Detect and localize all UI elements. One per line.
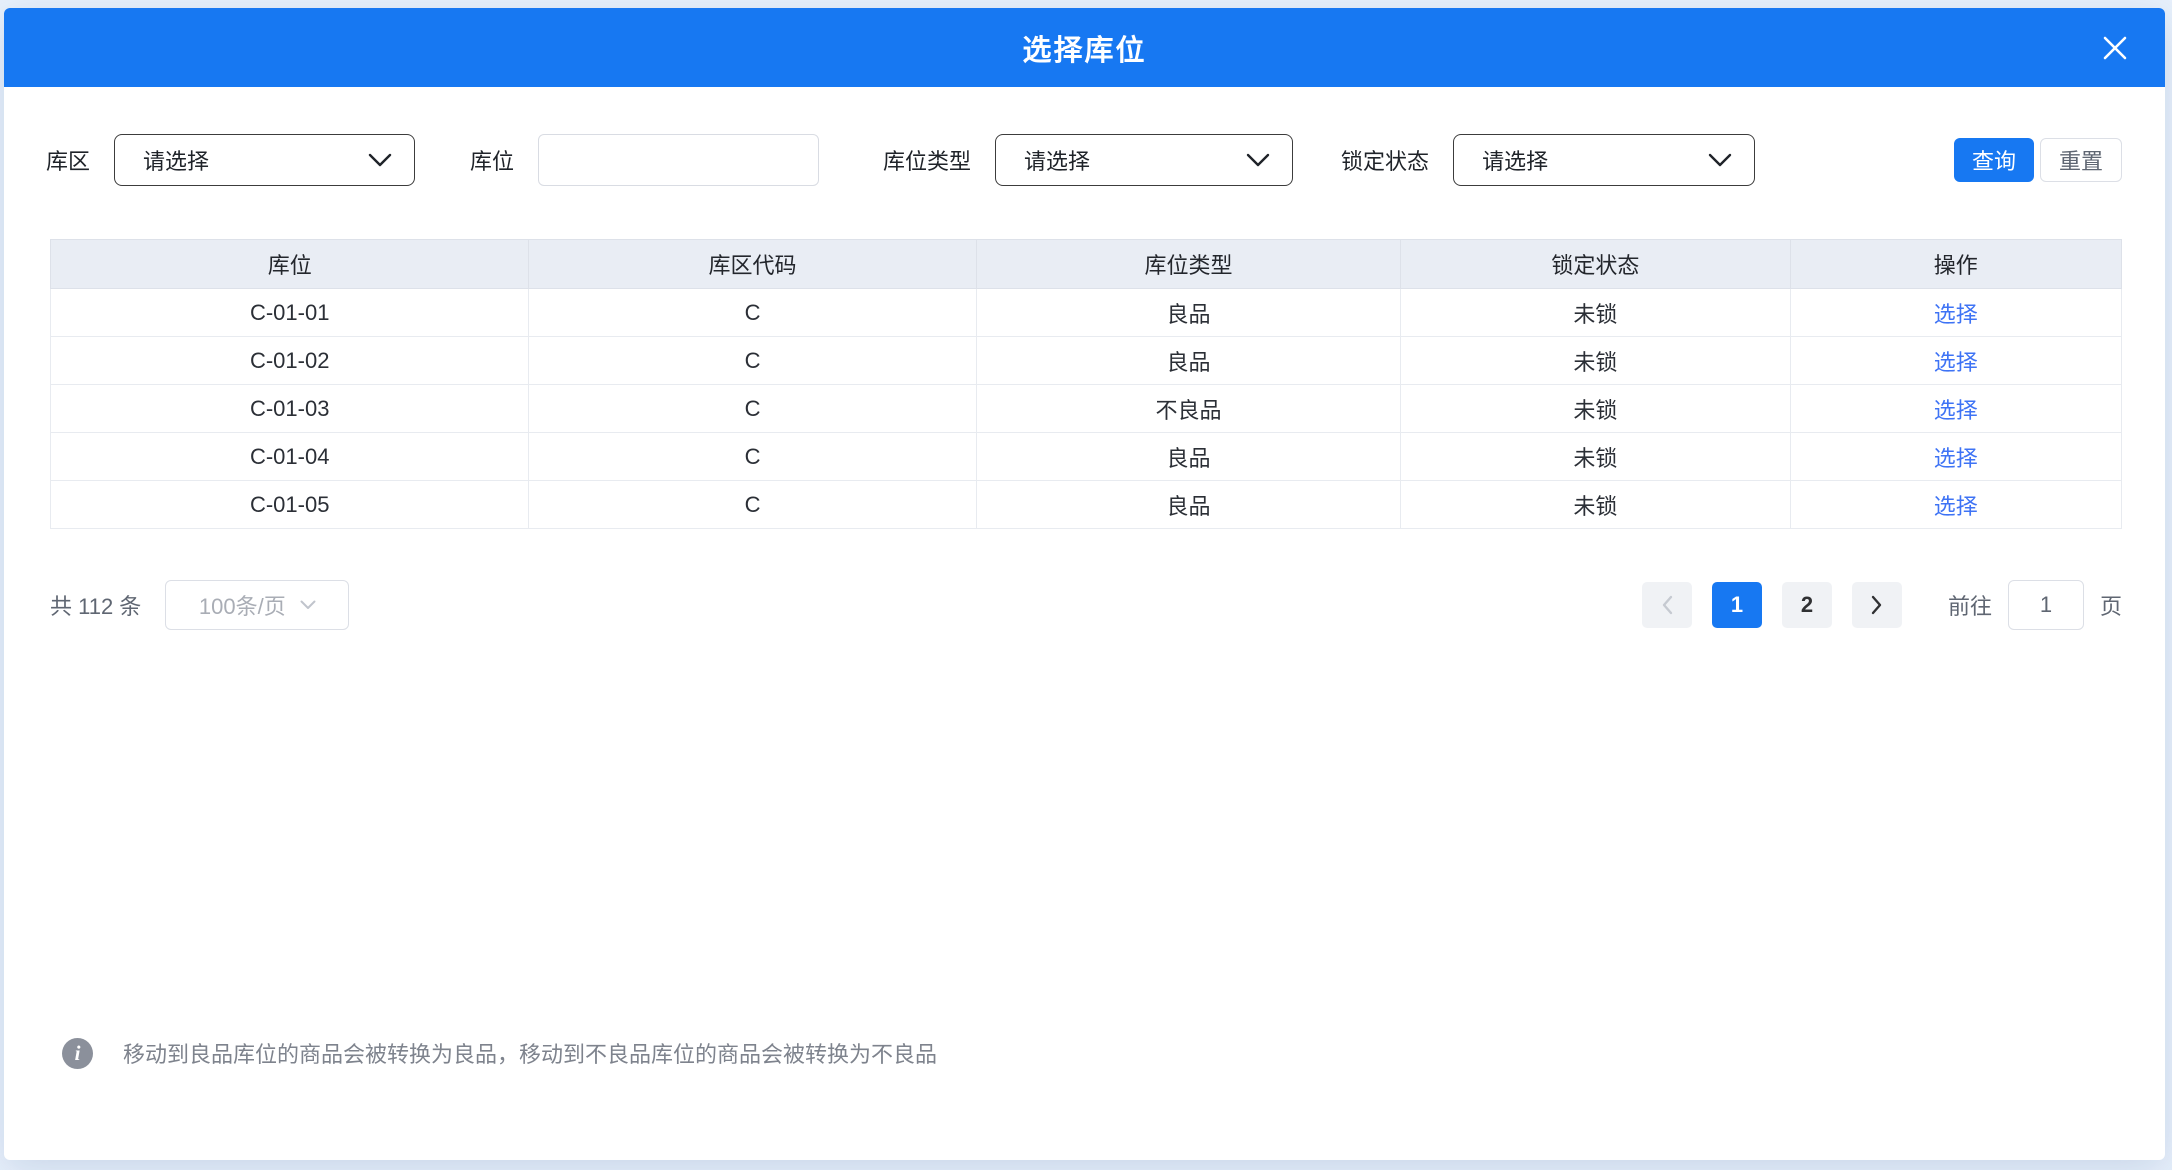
location-type-filter-label: 库位类型: [883, 144, 971, 176]
cell-location: C-01-04: [51, 433, 529, 481]
footer-note: i 移动到良品库位的商品会被转换为良品，移动到不良品库位的商品会被转换为不良品: [62, 1037, 937, 1069]
cell-area-code: C: [529, 385, 976, 433]
table-header-row: 库位 库区代码 库位类型 锁定状态 操作: [51, 240, 2122, 289]
column-header-lock-status: 锁定状态: [1401, 240, 1790, 289]
table-row: C-01-02 C 良品 未锁 选择: [51, 337, 2122, 385]
goto-label: 前往: [1948, 589, 1992, 621]
page-size-value: 100条/页: [199, 589, 286, 621]
area-select[interactable]: 请选择: [114, 134, 415, 186]
chevron-down-icon: [368, 153, 392, 168]
location-filter-label: 库位: [470, 144, 514, 176]
cell-location: C-01-03: [51, 385, 529, 433]
table-row: C-01-03 C 不良品 未锁 选择: [51, 385, 2122, 433]
select-row-link[interactable]: 选择: [1934, 302, 1978, 327]
select-row-link[interactable]: 选择: [1934, 494, 1978, 519]
location-type-select-value: 请选择: [1024, 144, 1090, 176]
chevron-down-icon: [1246, 153, 1270, 168]
chevron-right-icon: [1870, 594, 1884, 616]
reset-button[interactable]: 重置: [2040, 138, 2122, 182]
footer-note-text: 移动到良品库位的商品会被转换为良品，移动到不良品库位的商品会被转换为不良品: [123, 1037, 937, 1069]
page-button-2[interactable]: 2: [1782, 582, 1832, 628]
cell-area-code: C: [529, 481, 976, 529]
location-input[interactable]: [538, 134, 819, 186]
cell-area-code: C: [529, 337, 976, 385]
cell-location-type: 不良品: [976, 385, 1401, 433]
column-header-area-code: 库区代码: [529, 240, 976, 289]
table-row: C-01-05 C 良品 未锁 选择: [51, 481, 2122, 529]
select-row-link[interactable]: 选择: [1934, 350, 1978, 375]
cell-location: C-01-01: [51, 289, 529, 337]
dialog-title: 选择库位: [1022, 27, 1146, 69]
cell-area-code: C: [529, 433, 976, 481]
cell-area-code: C: [529, 289, 976, 337]
prev-page-button[interactable]: [1642, 582, 1692, 628]
cell-location: C-01-05: [51, 481, 529, 529]
area-filter-label: 库区: [46, 144, 90, 176]
next-page-button[interactable]: [1852, 582, 1902, 628]
cell-location: C-01-02: [51, 337, 529, 385]
cell-lock-status: 未锁: [1401, 337, 1790, 385]
cell-location-type: 良品: [976, 289, 1401, 337]
dialog-header: 选择库位: [4, 8, 2165, 87]
cell-lock-status: 未锁: [1401, 433, 1790, 481]
cell-lock-status: 未锁: [1401, 481, 1790, 529]
info-icon: i: [62, 1038, 93, 1069]
location-type-select[interactable]: 请选择: [995, 134, 1293, 186]
search-button[interactable]: 查询: [1954, 138, 2034, 182]
chevron-left-icon: [1660, 594, 1674, 616]
table-row: C-01-04 C 良品 未锁 选择: [51, 433, 2122, 481]
area-select-value: 请选择: [143, 144, 209, 176]
cell-location-type: 良品: [976, 481, 1401, 529]
cell-lock-status: 未锁: [1401, 289, 1790, 337]
chevron-down-icon: [300, 600, 316, 610]
lock-status-filter-label: 锁定状态: [1341, 144, 1429, 176]
lock-status-select[interactable]: 请选择: [1453, 134, 1755, 186]
page-button-1[interactable]: 1: [1712, 582, 1762, 628]
pagination-bar: 共 112 条 100条/页 1 2 前往 页: [50, 580, 2122, 630]
location-table: 库位 库区代码 库位类型 锁定状态 操作 C-01-01 C 良品 未锁 选择 …: [50, 239, 2122, 529]
close-button[interactable]: [2091, 24, 2139, 72]
page-unit-label: 页: [2100, 589, 2122, 621]
select-row-link[interactable]: 选择: [1934, 446, 1978, 471]
cell-location-type: 良品: [976, 433, 1401, 481]
lock-status-select-value: 请选择: [1482, 144, 1548, 176]
chevron-down-icon: [1708, 153, 1732, 168]
select-location-dialog: 选择库位 库区 请选择 库位 库位类型 请选择 锁定状态 请选择: [4, 8, 2165, 1160]
pager: 1 2 前往 页: [1642, 580, 2122, 630]
cell-lock-status: 未锁: [1401, 385, 1790, 433]
select-row-link[interactable]: 选择: [1934, 398, 1978, 423]
goto-page-input[interactable]: [2008, 580, 2084, 630]
page-size-select[interactable]: 100条/页: [165, 580, 349, 630]
column-header-action: 操作: [1790, 240, 2121, 289]
column-header-location-type: 库位类型: [976, 240, 1401, 289]
close-icon: [2100, 33, 2130, 63]
filter-bar: 库区 请选择 库位 库位类型 请选择 锁定状态 请选择 查询 重置: [46, 134, 2122, 186]
cell-location-type: 良品: [976, 337, 1401, 385]
filter-buttons: 查询 重置: [1954, 138, 2122, 182]
column-header-location: 库位: [51, 240, 529, 289]
table-row: C-01-01 C 良品 未锁 选择: [51, 289, 2122, 337]
total-count: 共 112 条: [50, 589, 141, 621]
